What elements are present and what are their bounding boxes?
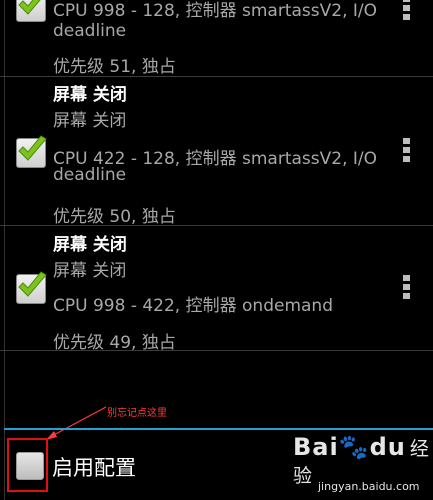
rule-detail-line: CPU 998 - 128, 控制器 smartassV2, I/O — [53, 1, 378, 21]
overflow-menu-icon[interactable] — [403, 138, 411, 165]
checkmark-icon — [18, 0, 41, 15]
rule-detail-line: 优先级 50, 独占 — [53, 207, 176, 227]
overflow-menu-icon[interactable] — [403, 275, 411, 302]
rule-detail-line: deadline — [53, 165, 127, 185]
rule-list: CPU 998 - 128, 控制器 smartassV2, I/O deadl… — [0, 0, 433, 428]
rule-item[interactable]: CPU 998 - 128, 控制器 smartassV2, I/O deadl… — [0, 0, 433, 77]
checkmark-icon — [18, 271, 47, 297]
rule-detail-line: 屏幕 关闭 — [53, 111, 127, 131]
annotation-arrow-icon — [46, 406, 107, 440]
rule-detail-line: deadline — [53, 21, 127, 41]
rule-item[interactable]: 屏幕 关闭 屏幕 关闭 CPU 998 - 422, 控制器 ondemand … — [0, 226, 433, 353]
enable-config-label[interactable]: 启用配置 — [52, 452, 136, 482]
rule-title: 屏幕 关闭 — [53, 85, 127, 105]
bottom-bar-divider — [4, 428, 433, 430]
enable-config-checkbox[interactable] — [16, 452, 44, 480]
rule-title: 屏幕 关闭 — [53, 235, 127, 255]
rule-detail-line: 屏幕 关闭 — [53, 261, 127, 281]
rule-item[interactable]: 屏幕 关闭 屏幕 关闭 CPU 422 - 128, 控制器 smartassV… — [0, 76, 433, 227]
rule-checkbox[interactable] — [16, 0, 46, 22]
annotation-text: 别忘记点这里 — [107, 408, 167, 419]
rule-checkbox[interactable] — [16, 271, 47, 304]
rule-checkbox[interactable] — [16, 135, 47, 168]
watermark-url: jingyan.baidu.com — [318, 480, 420, 493]
rule-detail-line: 优先级 49, 独占 — [53, 333, 176, 353]
overflow-menu-icon[interactable] — [403, 0, 411, 23]
rule-detail-line: CPU 998 - 422, 控制器 ondemand — [53, 296, 333, 316]
checkmark-icon — [18, 135, 47, 161]
rule-detail-line: 优先级 51, 独占 — [53, 57, 176, 77]
